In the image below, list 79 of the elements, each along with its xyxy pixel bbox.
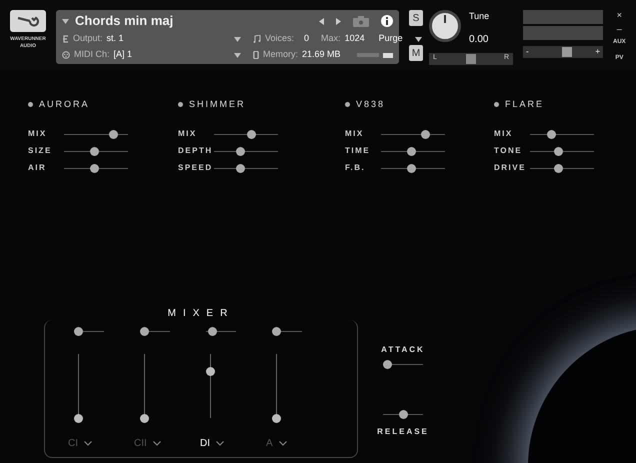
param-label: SPEED	[178, 162, 214, 174]
effect-title: SHIMMER	[189, 98, 246, 111]
param-label: TIME	[345, 145, 372, 157]
minus-label: -	[526, 46, 529, 58]
slider-thumb[interactable]	[108, 130, 118, 138]
minimize-button[interactable]: –	[616, 24, 622, 34]
effect-title: V838	[356, 98, 386, 111]
volume-handle[interactable]	[562, 47, 572, 57]
field-value: 0	[304, 32, 310, 46]
slider-thumb[interactable]	[383, 360, 392, 369]
caret-icon[interactable]	[234, 36, 241, 42]
solo-button[interactable]: S	[409, 10, 423, 26]
slider-thumb[interactable]	[407, 164, 416, 172]
midi-icon	[62, 51, 70, 59]
instrument-title: Chords min maj	[75, 12, 174, 30]
slider-thumb[interactable]	[208, 327, 218, 336]
effect-title: FLARE	[505, 98, 544, 111]
slider-thumb[interactable]	[554, 164, 564, 172]
field-value: 1024	[344, 32, 365, 46]
slider-thumb[interactable]	[90, 164, 100, 172]
slider-thumb[interactable]	[398, 410, 408, 419]
slider-thumb[interactable]	[554, 146, 564, 156]
fader-thumb[interactable]	[140, 414, 149, 423]
previous-icon[interactable]	[319, 18, 324, 24]
field-label: Output:	[73, 32, 103, 46]
slider-thumb[interactable]	[547, 130, 556, 138]
envelope-label: ATTACK	[381, 344, 425, 356]
plus-label: +	[595, 46, 600, 58]
field-label: Voices:	[265, 32, 294, 46]
mixer-title: MIXER	[168, 307, 234, 321]
slider-thumb[interactable]	[236, 146, 245, 156]
slider-thumb[interactable]	[272, 327, 281, 336]
next-icon[interactable]	[336, 18, 341, 24]
param-label: DEPTH	[178, 145, 214, 157]
param-label: MIX	[494, 128, 514, 140]
fader-thumb[interactable]	[206, 367, 215, 376]
close-button[interactable]: ×	[616, 10, 622, 20]
fader-thumb[interactable]	[272, 414, 281, 423]
param-label: AIR	[28, 162, 48, 174]
tune-label: Tune	[469, 10, 490, 23]
info-icon[interactable]	[381, 15, 393, 27]
slider-thumb[interactable]	[407, 146, 416, 156]
slider-thumb[interactable]	[236, 164, 245, 172]
field-label: MIDI Ch:	[74, 48, 110, 62]
effect-title: AURORA	[39, 98, 90, 111]
fader-thumb[interactable]	[74, 414, 83, 423]
slider-thumb[interactable]	[421, 130, 430, 138]
output-icon	[62, 35, 69, 43]
field-value: 21.69 MB	[302, 48, 341, 62]
envelope-label: RELEASE	[377, 426, 429, 438]
param-label: MIX	[28, 128, 48, 140]
field-value: st. 1	[106, 32, 124, 46]
caret-icon[interactable]	[62, 18, 69, 24]
param-label: MIX	[178, 128, 198, 140]
slider-thumb[interactable]	[74, 327, 83, 336]
meter-bar	[383, 52, 393, 58]
param-label: SIZE	[28, 145, 53, 157]
pan-handle[interactable]	[466, 54, 476, 64]
meter-bar	[356, 53, 380, 57]
mute-button[interactable]: M	[409, 45, 423, 61]
purge-dropdown[interactable]: Purge	[378, 32, 422, 46]
param-label: F.B.	[345, 162, 366, 174]
voices-icon	[253, 35, 261, 43]
param-label: DRIVE	[494, 162, 527, 174]
param-label: MIX	[345, 128, 365, 140]
slider-thumb[interactable]	[140, 327, 149, 336]
field-label: Memory:	[263, 48, 298, 62]
wrench-icon[interactable]	[10, 10, 46, 32]
slider-thumb[interactable]	[90, 146, 100, 156]
param-label: TONE	[494, 145, 524, 157]
slider-thumb[interactable]	[247, 130, 256, 138]
field-label: Max:	[321, 32, 341, 46]
caret-icon	[414, 36, 422, 42]
tune-value: 0.00	[469, 32, 490, 46]
memory-icon	[253, 51, 259, 59]
channel-selector[interactable]: DI	[200, 436, 224, 451]
volume-slider[interactable]: - +	[523, 46, 603, 58]
field-value: [A] 1	[114, 48, 132, 62]
caret-icon[interactable]	[234, 52, 241, 58]
